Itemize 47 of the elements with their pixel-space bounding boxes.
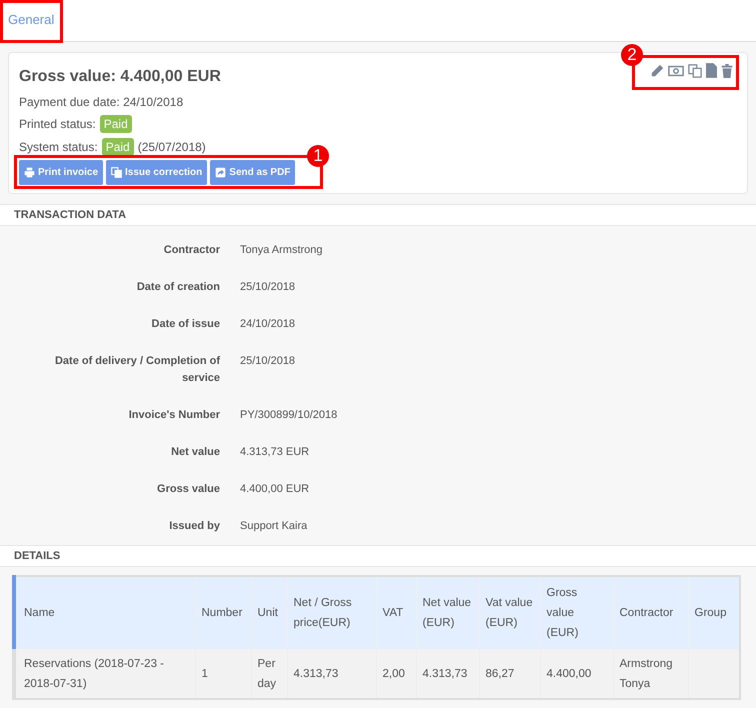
table-cell: 1 (195, 649, 251, 699)
field-value: 4.313,73 EUR (239, 445, 310, 460)
file-icon[interactable] (706, 63, 717, 78)
table-cell: 4.400,00 (540, 649, 613, 699)
table-cell: 4.313,73 (287, 649, 376, 699)
field-value: Tonya Armstrong (239, 243, 323, 258)
copy-icon[interactable] (688, 64, 702, 78)
action-button[interactable]: Issue correction (106, 160, 208, 185)
table-cell: Per day (251, 649, 287, 699)
field-value: 25/10/2018 (239, 354, 296, 369)
action-button[interactable]: Send as PDF (210, 160, 296, 185)
field-label: Date of creation (136, 280, 220, 295)
banknote-icon[interactable] (668, 64, 684, 76)
field-value: 24/10/2018 (239, 317, 296, 332)
table-cell: Armstrong Tonya (613, 649, 688, 699)
highlight-frame (0, 0, 63, 43)
copy-icon (111, 167, 122, 178)
field-label: Gross value (156, 482, 220, 497)
field-label: Date of issue (150, 317, 220, 332)
field-value: 4.400,00 EUR (239, 482, 310, 497)
status-date: (25/07/2018) (138, 139, 206, 156)
gross-value-heading: Gross value: 4.400,00 EUR (19, 67, 221, 87)
pencil-icon[interactable] (651, 64, 664, 77)
field-label: Net value (170, 445, 220, 460)
status-label: Printed status: (19, 116, 96, 133)
status-badge: Paid (102, 138, 134, 156)
action-button[interactable]: Print invoice (19, 160, 104, 185)
field-value: PY/300899/10/2018 (239, 408, 338, 423)
field-label: Contractor (162, 243, 220, 258)
trash-icon[interactable] (721, 64, 733, 78)
printer-icon (24, 167, 35, 178)
status-badge: Paid (100, 115, 132, 133)
field-value: 25/10/2018 (239, 280, 296, 295)
table-cell: 2,00 (376, 649, 416, 699)
table-cell: 86,27 (479, 649, 540, 699)
field-label: Issued by (168, 519, 220, 534)
field-label: Date of delivery / Completion of service (54, 354, 220, 386)
table-cell: 4.313,73 (416, 649, 479, 699)
share-icon (215, 167, 226, 178)
section-header: TRANSACTION DATA (0, 204, 756, 226)
field-label: Invoice's Number (128, 408, 220, 423)
field-value: Support Kaira (239, 519, 308, 534)
payment-due-date: Payment due date: 24/10/2018 (19, 94, 184, 111)
section-header: DETAILS (0, 545, 756, 567)
table-cell: Reservations (2018-07-23 - 2018-07-31) (14, 649, 195, 699)
tab[interactable]: General (0, 10, 62, 41)
status-label: System status: (19, 139, 98, 156)
